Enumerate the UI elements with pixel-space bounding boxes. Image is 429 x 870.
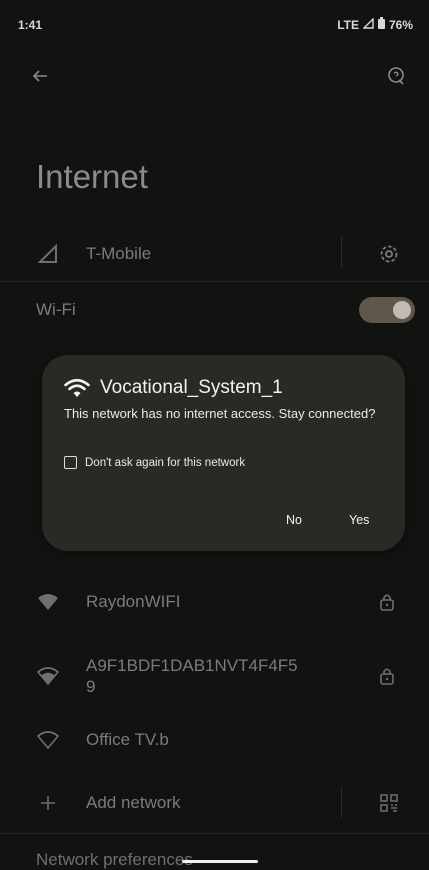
status-indicators: LTE 76%	[337, 16, 413, 32]
network-row[interactable]: RaydonWIFI	[0, 574, 429, 630]
section-divider	[0, 833, 429, 834]
status-time: 1:41	[18, 18, 43, 32]
lock-icon	[375, 590, 399, 614]
carrier-settings-icon[interactable]	[377, 242, 401, 266]
battery-percent: 76%	[388, 17, 413, 32]
signal-icon	[362, 16, 374, 32]
battery-icon	[377, 17, 385, 32]
no-internet-dialog: Vocational_System_1 This network has no …	[42, 355, 405, 551]
network-name: A9F1BDF1DAB1NVT4F4F5 9	[86, 656, 298, 696]
wifi-icon	[64, 378, 90, 397]
status-bar: 1:41 LTE 76%	[0, 0, 429, 50]
top-app-bar	[0, 58, 429, 94]
wifi-switch-knob	[393, 301, 411, 319]
wifi-signal-strong-icon	[36, 664, 60, 688]
network-row[interactable]: Office TV.b	[0, 712, 429, 768]
network-preferences-label[interactable]: Network preferences	[36, 850, 193, 870]
add-network-row[interactable]: Add network	[0, 775, 429, 831]
row-divider	[341, 786, 342, 818]
mobile-network-row[interactable]: T-Mobile	[0, 226, 429, 282]
dont-ask-again-option[interactable]: Don't ask again for this network	[64, 456, 245, 469]
lock-icon	[375, 664, 399, 688]
dont-ask-again-checkbox[interactable]	[64, 456, 77, 469]
network-name: RaydonWIFI	[86, 592, 181, 611]
carrier-name: T-Mobile	[86, 244, 152, 263]
page-title: Internet	[36, 158, 148, 195]
help-feedback-icon	[388, 67, 404, 85]
dialog-title: Vocational_System_1	[64, 377, 283, 399]
wifi-signal-full-icon	[36, 590, 60, 614]
wifi-label: Wi-Fi	[36, 300, 76, 319]
add-icon	[36, 791, 60, 815]
yes-button[interactable]: Yes	[349, 513, 369, 527]
back-arrow-icon	[32, 70, 47, 82]
help-button[interactable]	[379, 58, 415, 94]
network-row[interactable]: A9F1BDF1DAB1NVT4F4F5 9	[0, 645, 429, 707]
dialog-message: This network has no internet access. Sta…	[64, 406, 376, 421]
row-divider	[341, 237, 342, 267]
network-type: LTE	[337, 17, 359, 32]
wifi-signal-empty-icon	[36, 728, 60, 752]
no-button[interactable]: No	[286, 513, 302, 527]
network-name: Office TV.b	[86, 730, 169, 749]
gesture-nav-handle[interactable]	[182, 860, 258, 863]
qr-code-scan-icon[interactable]	[377, 791, 401, 815]
dialog-network-name: Vocational_System_1	[100, 377, 283, 398]
back-button[interactable]	[22, 58, 58, 94]
cell-signal-icon	[36, 242, 60, 266]
wifi-switch[interactable]	[359, 297, 415, 323]
dont-ask-again-label: Don't ask again for this network	[85, 456, 246, 469]
add-network-label: Add network	[86, 793, 181, 812]
